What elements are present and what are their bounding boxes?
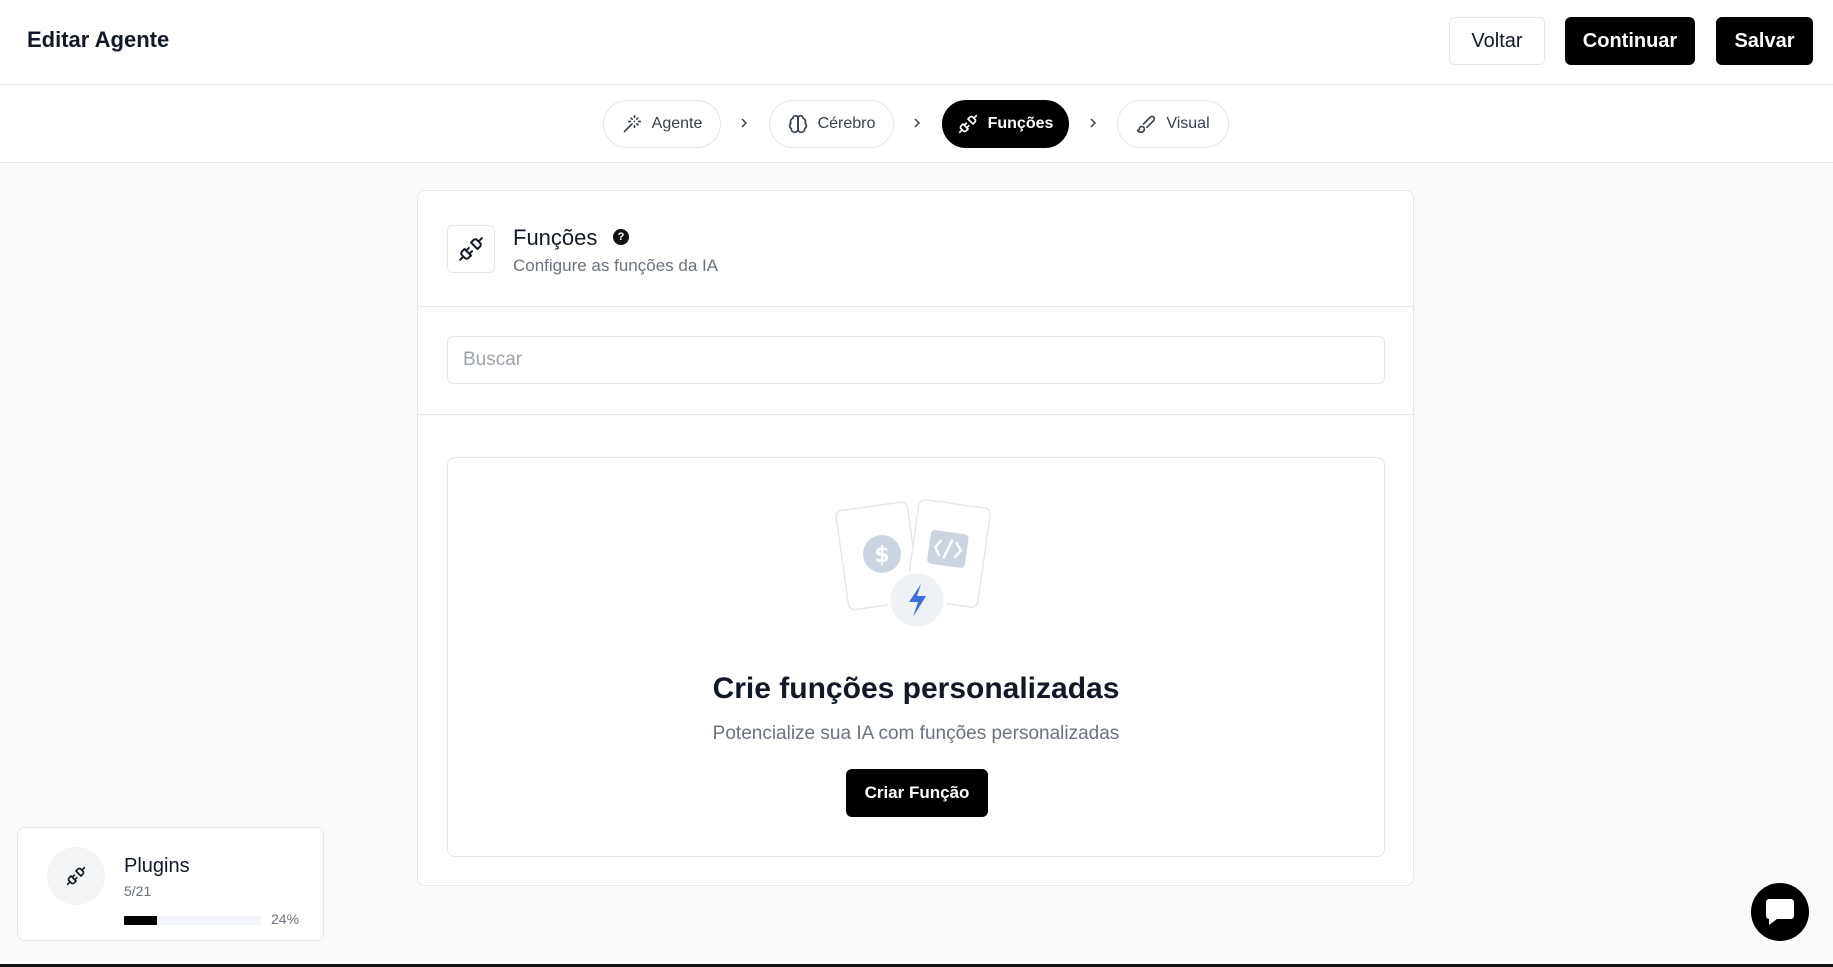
wand-icon — [623, 114, 641, 133]
step-label: Cérebro — [817, 115, 876, 132]
step-visual[interactable]: Visual — [1117, 100, 1229, 148]
step-label: Funções — [987, 115, 1054, 132]
svg-text:$: $ — [874, 543, 889, 568]
page-title: Editar Agente — [27, 27, 170, 52]
plug-icon — [47, 847, 105, 905]
functions-card: Funções ? Configure as funções da IA $ — [417, 190, 1414, 886]
section-subtitle: Configure as funções da IA — [513, 256, 719, 275]
chat-launcher-button[interactable] — [1751, 883, 1809, 941]
back-button[interactable]: Voltar — [1449, 17, 1545, 65]
save-button[interactable]: Salvar — [1716, 17, 1813, 65]
functions-illustration: $ — [835, 498, 991, 630]
step-label: Agente — [651, 115, 703, 132]
chevron-right-icon — [741, 118, 748, 128]
plug-icon — [958, 114, 977, 134]
plugins-count: 5/21 — [124, 883, 152, 899]
step-label: Visual — [1166, 115, 1210, 132]
plugins-title: Plugins — [124, 855, 190, 877]
step-funcoes[interactable]: Funções — [942, 100, 1069, 148]
brain-icon — [788, 114, 807, 134]
plugins-percent: 24% — [271, 911, 300, 927]
section-header: Funções ? Configure as funções da IA — [418, 191, 1413, 307]
plugins-progress-bar — [124, 916, 261, 925]
create-function-button[interactable]: Criar Função — [846, 769, 988, 817]
stepper: Agente Cérebro Funções Visual — [0, 85, 1833, 163]
section-title: Funções — [513, 225, 598, 250]
empty-state-title: Crie funções personalizadas — [712, 672, 1120, 705]
plugins-usage-card[interactable]: Plugins 5/21 24% — [17, 827, 324, 941]
step-cerebro[interactable]: Cérebro — [769, 100, 894, 148]
top-header: Editar Agente Voltar Continuar Salvar — [0, 0, 1833, 85]
search-input[interactable] — [447, 336, 1385, 384]
chevron-right-icon — [914, 118, 921, 128]
help-icon[interactable]: ? — [613, 229, 629, 245]
plug-icon — [447, 225, 495, 273]
chat-bubble-icon — [1766, 899, 1794, 925]
continue-button[interactable]: Continuar — [1565, 17, 1695, 65]
search-area — [418, 307, 1413, 415]
empty-state-subtitle: Potencialize sua IA com funções personal… — [712, 723, 1120, 744]
chevron-right-icon — [1090, 118, 1097, 128]
step-agente[interactable]: Agente — [603, 100, 721, 148]
brush-icon — [1137, 115, 1156, 134]
plugins-progress-fill — [124, 916, 157, 925]
empty-state: $ Crie funções personalizadas Potenciali… — [447, 457, 1385, 857]
